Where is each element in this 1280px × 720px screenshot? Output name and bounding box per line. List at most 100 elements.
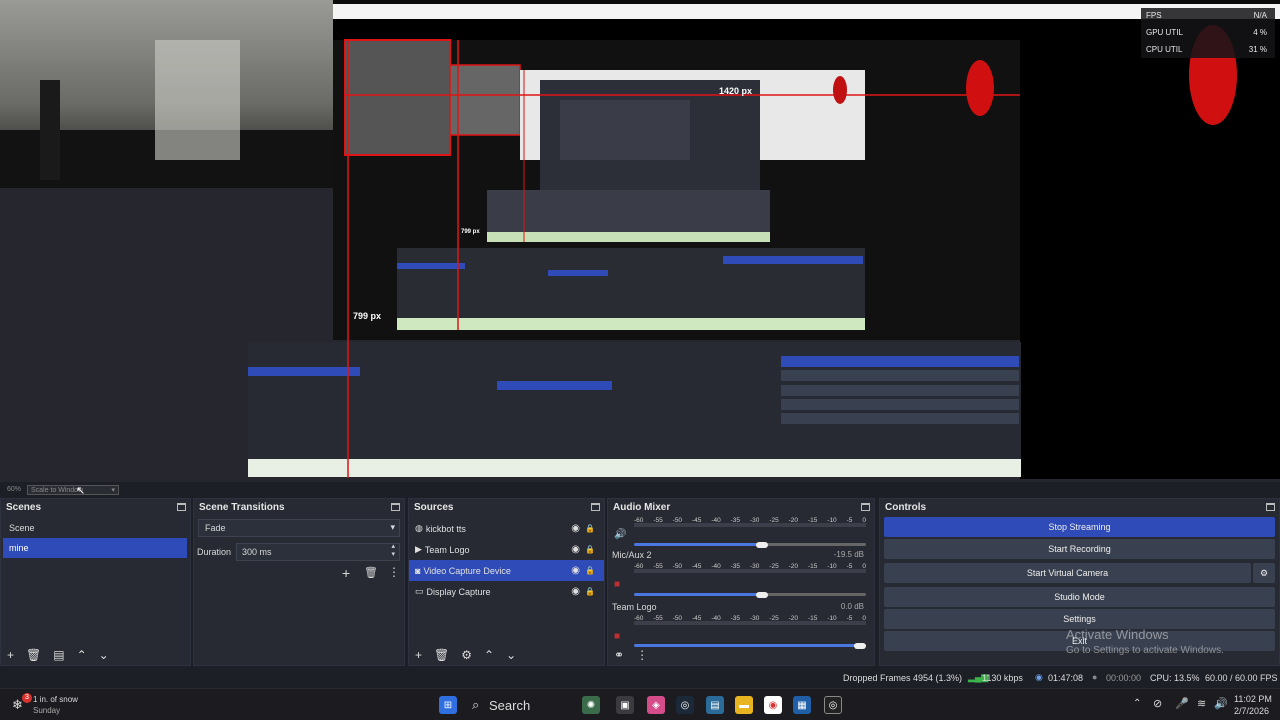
visibility-eye-icon[interactable]: ◉ bbox=[571, 523, 580, 534]
lock-icon[interactable]: 🔒 bbox=[585, 524, 595, 533]
wifi-icon[interactable]: ≋ bbox=[1197, 697, 1206, 710]
mute-icon[interactable]: ■ bbox=[614, 631, 620, 642]
source-item-selected[interactable]: ◙ Video Capture Device ◉ 🔒 bbox=[409, 560, 604, 581]
preview-scale-bar: 60% Scale to Window ▾ ↖ bbox=[0, 482, 1280, 498]
taskbar-search[interactable]: ⌕ Search bbox=[466, 694, 570, 716]
duration-value: 300 ms bbox=[242, 547, 272, 557]
undock-icon[interactable] bbox=[1266, 503, 1275, 511]
undock-icon[interactable] bbox=[391, 503, 400, 511]
chevron-down-icon: ▾ bbox=[111, 487, 115, 494]
windows-taskbar: ❄ 3 1 in. of snow Sunday ⊞ ⌕ Search ✺ ▣ … bbox=[0, 688, 1280, 720]
trash-icon[interactable]: 🗑 bbox=[26, 648, 41, 662]
gear-icon[interactable]: ⚙ bbox=[461, 648, 472, 662]
fps-value: N/A bbox=[1253, 11, 1267, 20]
program-preview[interactable]: FPS N/A GPU UTIL 4 % CPU UTIL 31 % 1420 px … bbox=[0, 0, 1280, 482]
channel-db: -19.5 dB bbox=[833, 550, 864, 559]
more-options-icon[interactable]: ⋮ bbox=[388, 565, 400, 579]
scene-item-selected[interactable]: mine bbox=[3, 538, 187, 558]
folder-icon[interactable]: ▬ bbox=[735, 696, 753, 714]
gpu-label: GPU UTIL bbox=[1146, 28, 1183, 37]
add-icon[interactable]: + bbox=[415, 648, 422, 662]
lock-icon[interactable]: 🔒 bbox=[585, 587, 595, 596]
gear-icon: ⚙ bbox=[1259, 567, 1269, 578]
studio-mode-button[interactable]: Studio Mode bbox=[884, 587, 1275, 607]
move-down-icon[interactable]: ⌄ bbox=[506, 648, 516, 662]
virtual-camera-settings-button[interactable]: ⚙ bbox=[1253, 563, 1275, 583]
search-label: Search bbox=[489, 698, 531, 713]
activate-windows-subtitle: Go to Settings to activate Windows. bbox=[1066, 645, 1224, 656]
source-label: Team Logo bbox=[424, 544, 470, 555]
scale-mode-dropdown[interactable]: Scale to Window ▾ bbox=[27, 485, 119, 495]
chevron-up-icon[interactable]: ⌃ bbox=[1133, 698, 1141, 709]
sources-title: Sources bbox=[414, 501, 454, 513]
volume-meter bbox=[634, 569, 866, 573]
network-icon[interactable]: ⊘ bbox=[1153, 697, 1162, 710]
store-icon[interactable]: ▤ bbox=[706, 696, 724, 714]
settings-button[interactable]: Settings bbox=[884, 609, 1275, 629]
filter-icon[interactable]: ▤ bbox=[53, 648, 64, 662]
transitions-title: Scene Transitions bbox=[199, 501, 285, 513]
preview-canvas bbox=[0, 0, 1280, 479]
visibility-eye-icon[interactable]: ◉ bbox=[571, 586, 580, 597]
transition-type-value: Fade bbox=[205, 523, 226, 533]
transition-type-dropdown[interactable]: Fade ▾ bbox=[198, 519, 400, 537]
lock-icon[interactable]: 🔒 bbox=[585, 545, 595, 554]
zoom-level: 60% bbox=[7, 486, 22, 493]
lock-icon[interactable]: 🔒 bbox=[585, 566, 595, 575]
windows-start-icon[interactable]: ⊞ bbox=[439, 696, 457, 714]
source-item[interactable]: ▭ Display Capture ◉ 🔒 bbox=[409, 581, 604, 602]
start-recording-button[interactable]: Start Recording bbox=[884, 539, 1275, 559]
trash-icon[interactable]: 🗑 bbox=[434, 648, 449, 662]
copilot-icon[interactable]: ◈ bbox=[647, 696, 665, 714]
stream-time: 01:47:08 bbox=[1048, 673, 1084, 683]
sources-dock-header: Sources bbox=[409, 499, 604, 515]
controls-title: Controls bbox=[885, 501, 927, 513]
sources-dock: Sources ◍ kickbot tts ◉ 🔒 ▶ Team Logo ◉ … bbox=[408, 498, 605, 666]
visibility-eye-icon[interactable]: ◉ bbox=[571, 565, 580, 576]
move-down-icon[interactable]: ⌄ bbox=[99, 648, 109, 662]
steam-icon[interactable]: ◎ bbox=[676, 696, 694, 714]
obs-icon[interactable]: ◎ bbox=[824, 696, 842, 714]
undock-icon[interactable] bbox=[861, 503, 870, 511]
measure-label-width: 1420 px bbox=[719, 86, 753, 96]
mixer-title: Audio Mixer bbox=[613, 501, 671, 513]
app-icon[interactable]: ✺ bbox=[582, 696, 600, 714]
add-icon[interactable]: + bbox=[7, 648, 14, 662]
clock-date[interactable]: 2/7/2026 bbox=[1234, 706, 1269, 716]
duration-spinbox[interactable]: 300 ms ▴ ▾ bbox=[236, 543, 400, 561]
scene-item[interactable]: Scene bbox=[3, 518, 187, 538]
volume-slider-handle[interactable] bbox=[755, 592, 768, 598]
volume-slider-handle[interactable] bbox=[755, 542, 768, 548]
weather-widget[interactable]: ❄ 3 1 in. of snow Sunday bbox=[8, 693, 108, 717]
search-icon: ⌕ bbox=[472, 697, 480, 712]
source-item[interactable]: ◍ kickbot tts ◉ 🔒 bbox=[409, 518, 604, 539]
move-up-icon[interactable]: ⌃ bbox=[484, 648, 494, 662]
app-icon[interactable]: ▦ bbox=[793, 696, 811, 714]
volume-slider-track[interactable] bbox=[761, 543, 866, 546]
spin-arrows-icon[interactable]: ▴ ▾ bbox=[391, 543, 395, 559]
source-item[interactable]: ▶ Team Logo ◉ 🔒 bbox=[409, 539, 604, 560]
gpu-value: 4 % bbox=[1253, 28, 1267, 37]
mute-icon[interactable]: ■ bbox=[614, 579, 620, 590]
volume-icon[interactable]: 🔊 bbox=[1214, 697, 1228, 710]
duration-label: Duration bbox=[197, 547, 232, 557]
microphone-icon[interactable]: 🎤 bbox=[1175, 697, 1189, 710]
channel-db: 0.0 dB bbox=[840, 602, 864, 611]
trash-icon[interactable]: 🗑 bbox=[364, 566, 378, 579]
undock-icon[interactable] bbox=[177, 503, 186, 511]
link-icon[interactable]: ⚭ bbox=[614, 648, 624, 662]
speaker-icon[interactable]: 🔊 bbox=[614, 529, 626, 540]
add-icon[interactable]: + bbox=[342, 565, 350, 581]
chrome-icon[interactable]: ◉ bbox=[764, 696, 782, 714]
visibility-eye-icon[interactable]: ◉ bbox=[571, 544, 580, 555]
fps-readout: 60.00 / 60.00 FPS bbox=[1205, 673, 1278, 683]
start-virtual-camera-button[interactable]: Start Virtual Camera bbox=[884, 563, 1251, 583]
task-view-icon[interactable]: ▣ bbox=[616, 696, 634, 714]
undock-icon[interactable] bbox=[591, 503, 600, 511]
volume-slider-track[interactable] bbox=[761, 593, 866, 596]
more-options-icon[interactable]: ⋮ bbox=[636, 648, 648, 662]
clock-time[interactable]: 11:02 PM bbox=[1234, 694, 1272, 704]
stop-streaming-button[interactable]: Stop Streaming bbox=[884, 517, 1275, 537]
move-up-icon[interactable]: ⌃ bbox=[77, 648, 87, 662]
record-time: 00:00:00 bbox=[1106, 673, 1142, 683]
